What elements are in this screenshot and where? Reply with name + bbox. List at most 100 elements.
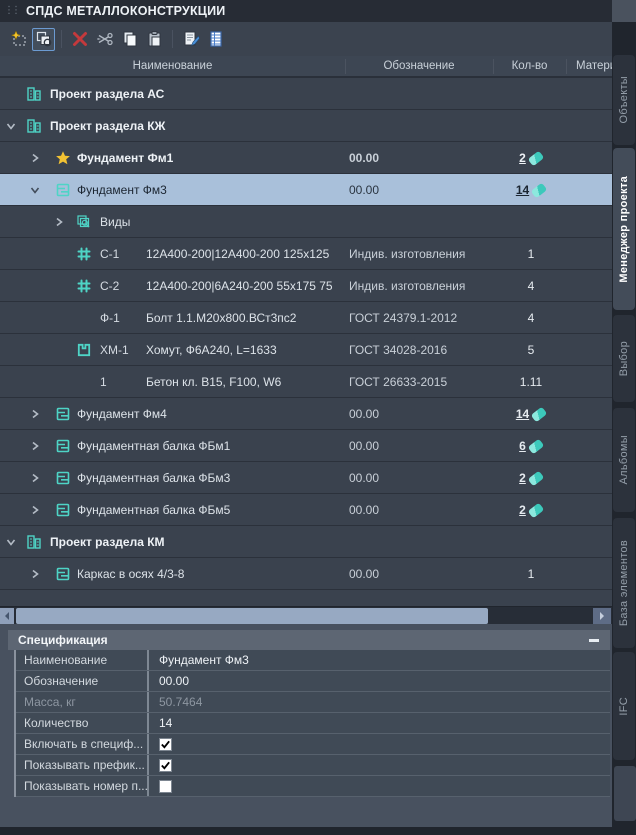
side-tab-4[interactable]: Альбомы — [613, 408, 635, 512]
checkbox-checked[interactable] — [159, 738, 172, 751]
tree-row[interactable]: Фундамент Фм100.002 — [0, 142, 612, 174]
tree-row[interactable]: Фундамент Фм300.0014 — [0, 174, 612, 206]
column-material[interactable]: Матери — [566, 56, 612, 76]
scissors-icon — [96, 30, 114, 48]
create-object-button[interactable] — [7, 28, 30, 51]
tree-row[interactable]: Фундаментная балка ФБм100.006 — [0, 430, 612, 462]
chevron-down-icon[interactable] — [30, 174, 42, 206]
property-value[interactable]: Фундамент Фм3 — [149, 650, 610, 670]
panel-title: СПДС МЕТАЛЛОКОНСТРУКЦИИ — [26, 4, 225, 18]
tree-row[interactable]: С-212А400-200|6А240-200 55х175 75Индив. … — [0, 270, 612, 302]
count-value[interactable]: 2 — [519, 471, 526, 485]
tree-row[interactable]: Фундаментная балка ФБм300.002 — [0, 462, 612, 494]
paste-button[interactable] — [143, 28, 166, 51]
row-name: Проект раздела КЖ — [50, 110, 165, 142]
tree-row[interactable]: Каркас в осях 4/3-800.001 — [0, 558, 612, 590]
chevron-right-icon[interactable] — [30, 430, 42, 462]
tree-row[interactable]: Фундамент Фм400.0014 — [0, 398, 612, 430]
property-label: Включать в специф... — [16, 734, 149, 754]
row-count-cell: 5 — [493, 334, 569, 366]
tree-column-header[interactable]: Наименование Обозначение Кол-во Матери — [0, 56, 612, 78]
table-icon — [207, 30, 225, 48]
property-value: 50.7464 — [149, 692, 610, 712]
count-value[interactable]: 14 — [516, 183, 529, 197]
scroll-left-button[interactable] — [0, 608, 14, 624]
chevron-right-icon[interactable] — [30, 142, 42, 174]
tree-row[interactable]: Проект раздела КЖ — [0, 110, 612, 142]
row-count-cell: 2 — [493, 494, 569, 526]
side-tab-1[interactable]: Объекты — [613, 55, 635, 145]
spds-metal-constructions-panel: ⋮⋮ СПДС МЕТАЛЛОКОНСТРУКЦИИ Наименование … — [0, 0, 636, 835]
column-quantity[interactable]: Кол-во — [493, 56, 566, 76]
row-name: Фундаментная балка ФБм3 — [77, 462, 230, 494]
tree-row[interactable]: Ф-1Болт 1.1.М20х800.ВСт3пс2ГОСТ 24379.1-… — [0, 302, 612, 334]
property-value[interactable]: 14 — [149, 713, 610, 733]
collapse-panel-button[interactable] — [588, 634, 600, 646]
scrollbar-thumb[interactable] — [16, 608, 488, 624]
eraser-icon[interactable] — [531, 182, 548, 198]
side-tab-3[interactable]: Выбор — [613, 315, 635, 402]
edit-specification-button[interactable] — [179, 28, 202, 51]
column-designation[interactable]: Обозначение — [345, 56, 493, 76]
eraser-icon[interactable] — [528, 470, 545, 486]
count-value[interactable]: 6 — [519, 439, 526, 453]
count-value[interactable]: 2 — [519, 503, 526, 517]
side-tab-label: Альбомы — [618, 435, 630, 484]
tree-row[interactable]: ХМ-1Хомут, Ф6А240, L=1633ГОСТ 34028-2016… — [0, 334, 612, 366]
tree-row[interactable]: Проект раздела АС — [0, 78, 612, 110]
block-icon — [55, 558, 72, 590]
side-tab-2[interactable]: Менеджер проекта — [613, 148, 635, 310]
row-count-cell: 1 — [493, 238, 569, 270]
row-designation: 00.00 — [349, 398, 491, 430]
chevron-right-icon[interactable] — [54, 206, 66, 238]
row-name: Фундамент Фм1 — [77, 142, 173, 174]
checkbox-unchecked[interactable] — [159, 780, 172, 793]
toolbar-separator — [172, 30, 173, 48]
copy-button[interactable] — [118, 28, 141, 51]
row-name: 12А400-200|12А400-200 125х125 — [146, 238, 329, 270]
row-designation: ГОСТ 26633-2015 — [349, 366, 491, 398]
property-label: Количество — [16, 713, 149, 733]
specification-table-button[interactable] — [204, 28, 227, 51]
chevron-down-icon[interactable] — [6, 526, 18, 558]
row-designation: 00.00 — [349, 174, 491, 206]
chevron-down-icon[interactable] — [6, 110, 18, 142]
checkbox-checked[interactable] — [159, 759, 172, 772]
chevron-right-icon[interactable] — [30, 558, 42, 590]
eraser-icon[interactable] — [531, 406, 548, 422]
side-tab-6[interactable]: IFC — [613, 652, 635, 760]
eraser-icon[interactable] — [528, 502, 545, 518]
toolbar-separator — [61, 30, 62, 48]
row-count-cell: 2 — [493, 142, 569, 174]
tree-row[interactable]: Виды — [0, 206, 612, 238]
side-tab-5[interactable]: База элементов — [613, 518, 635, 648]
property-value[interactable]: 00.00 — [149, 671, 610, 691]
chevron-right-icon[interactable] — [30, 494, 42, 526]
delete-button[interactable] — [68, 28, 91, 51]
tree-row[interactable]: 1Бетон кл. В15, F100, W6ГОСТ 26633-20151… — [0, 366, 612, 398]
count-value[interactable]: 2 — [519, 151, 526, 165]
specification-panel: Спецификация НаименованиеФундамент Фм3Об… — [0, 624, 612, 827]
horizontal-scrollbar[interactable] — [0, 606, 612, 624]
scroll-right-button[interactable] — [593, 608, 611, 624]
row-name: Проект раздела АС — [50, 78, 164, 110]
chevron-right-icon[interactable] — [30, 462, 42, 494]
count-value: 5 — [528, 343, 535, 357]
insert-object-button[interactable] — [32, 28, 55, 51]
eraser-icon[interactable] — [528, 150, 545, 166]
mesh-icon — [76, 238, 93, 270]
eraser-icon[interactable] — [528, 438, 545, 454]
count-value[interactable]: 14 — [516, 407, 529, 421]
tree-row[interactable]: С-112А400-200|12А400-200 125х125Индив. и… — [0, 238, 612, 270]
block-icon — [55, 462, 72, 494]
spec-property-row: НаименованиеФундамент Фм3 — [16, 650, 610, 671]
chevron-right-icon[interactable] — [30, 398, 42, 430]
tree-row[interactable]: Проект раздела КМ — [0, 526, 612, 558]
count-value: 1 — [528, 567, 535, 581]
specification-panel-header[interactable]: Спецификация — [8, 630, 610, 650]
cut-button[interactable] — [93, 28, 116, 51]
panel-titlebar[interactable]: ⋮⋮ СПДС МЕТАЛЛОКОНСТРУКЦИИ — [0, 0, 612, 22]
tree-row[interactable]: Фундаментная балка ФБм500.002 — [0, 494, 612, 526]
column-name[interactable]: Наименование — [0, 56, 345, 76]
drag-handle-icon[interactable]: ⋮⋮ — [4, 6, 18, 16]
